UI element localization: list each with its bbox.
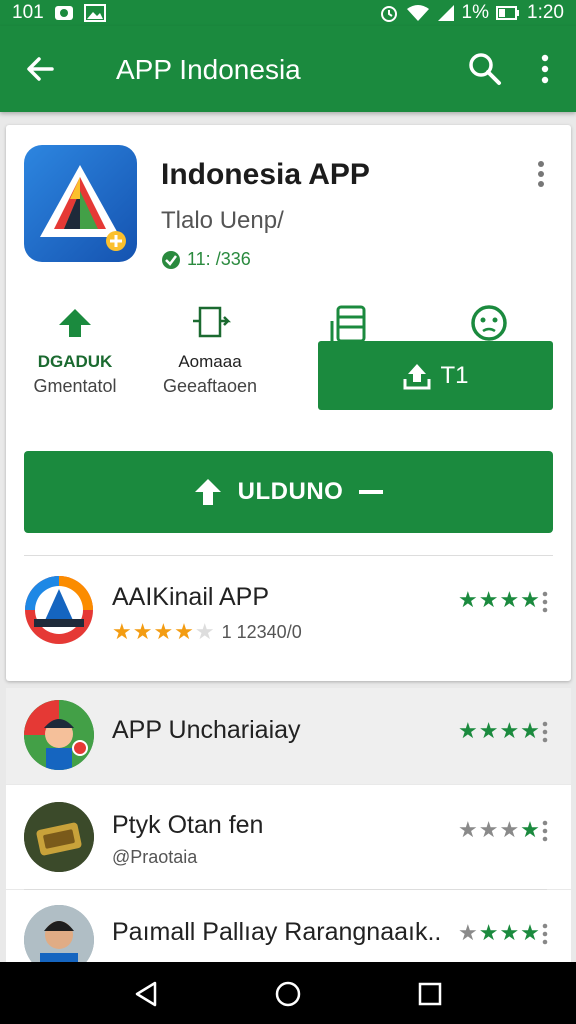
rating-stars: ★★★★ (458, 920, 541, 945)
secondary-action-button[interactable]: T1 (318, 341, 553, 410)
list-item[interactable]: Paımall Pallıay Rarangnaaık.. ★★★★ (6, 890, 571, 962)
notification-icon (54, 6, 73, 20)
back-arrow-icon[interactable] (22, 51, 58, 87)
database-icon (330, 305, 366, 343)
install-button-label: ULDUNO (237, 478, 344, 505)
secondary-action-label: T1 (440, 361, 469, 389)
upload-icon (59, 309, 91, 337)
app-logo-icon (25, 576, 93, 644)
battery-text: 1% (461, 2, 490, 23)
more-vert-icon[interactable] (541, 820, 549, 842)
page-title: APP Indonesia (116, 54, 301, 85)
treasure-icon (24, 802, 94, 872)
system-nav-bar (0, 962, 576, 1024)
battery-icon (496, 6, 520, 20)
arrow-up-icon (194, 479, 221, 505)
app-meta: 11: /336 (161, 249, 251, 270)
list-item[interactable]: APP Unchariaiay ★★★★ (6, 688, 571, 784)
list-item-subtitle: @Praotaia (112, 847, 198, 867)
divider (24, 555, 553, 556)
document-icon (193, 306, 232, 338)
back-triangle-icon[interactable] (131, 979, 161, 1009)
list-item-title: AAIKinail APP (112, 583, 270, 611)
dash-icon (359, 490, 384, 494)
app-logo-icon (40, 165, 126, 251)
status-left-text: 101 (12, 2, 44, 23)
stat-value: Aomaaa (178, 352, 242, 371)
more-vert-icon[interactable] (541, 923, 549, 945)
avatar (24, 575, 94, 645)
stat-category: Aomaaa Geeaftaoen (145, 305, 275, 397)
rating-stars: ★★★★★ (112, 619, 216, 644)
face-icon (471, 305, 507, 341)
stat-label: Geeaftaoen (162, 376, 258, 396)
app-bar: APP Indonesia (0, 26, 576, 112)
search-icon[interactable] (466, 50, 504, 88)
status-bar: 101 1% 1:20 (0, 0, 576, 26)
home-circle-icon[interactable] (273, 979, 303, 1009)
rating-stars: ★★★★ (458, 817, 541, 842)
more-vert-icon[interactable] (530, 52, 560, 86)
list-item[interactable]: AAIKinail APP ★★★★★ 1 12340/0 ★★★★ (24, 573, 554, 663)
app-name: Indonesia APP (161, 158, 370, 191)
clock: 1:20 (527, 2, 564, 23)
stat-label: Gmentatol (33, 376, 117, 396)
avatar (24, 802, 94, 872)
stat-downloads: DGADUK Gmentatol (10, 305, 140, 397)
more-vert-icon[interactable] (534, 159, 548, 189)
app-developer[interactable]: Tlalo Uenp/ (161, 207, 284, 235)
app-detail-card: Indonesia APP Tlalo Uenp/ 11: /336 DGADU… (6, 125, 571, 681)
list-item-title: Ptyk Otan fen (112, 811, 264, 839)
wifi-icon (406, 5, 429, 21)
person-icon (24, 905, 94, 962)
rating-stars: ★★★★ (458, 587, 541, 612)
avatar (24, 700, 94, 770)
install-button[interactable]: ULDUNO (24, 451, 553, 533)
signal-icon (437, 5, 454, 21)
list-item[interactable]: Ptyk Otan fen @Praotaia ★★★★ (6, 785, 571, 889)
avatar (24, 905, 94, 962)
character-icon (24, 700, 94, 770)
more-vert-icon[interactable] (541, 591, 549, 613)
rating-stars: ★★★★ (458, 718, 541, 743)
more-vert-icon[interactable] (541, 721, 549, 743)
rating-text: 1 12340/0 (221, 621, 302, 642)
verified-icon (162, 250, 180, 269)
stat-value: DGADUK (37, 352, 113, 371)
app-logo (24, 145, 137, 262)
list-item-title: APP Unchariaiay (112, 716, 301, 744)
list-item-title: Paımall Pallıay Rarangnaaık.. (112, 918, 442, 946)
recents-square-icon[interactable] (415, 979, 445, 1009)
upload-icon (403, 363, 431, 389)
app-meta-text: 11: /336 (187, 249, 251, 269)
list-item-rating: ★★★★★ 1 12340/0 (112, 619, 302, 645)
image-icon (83, 4, 106, 22)
alarm-icon (380, 6, 397, 22)
